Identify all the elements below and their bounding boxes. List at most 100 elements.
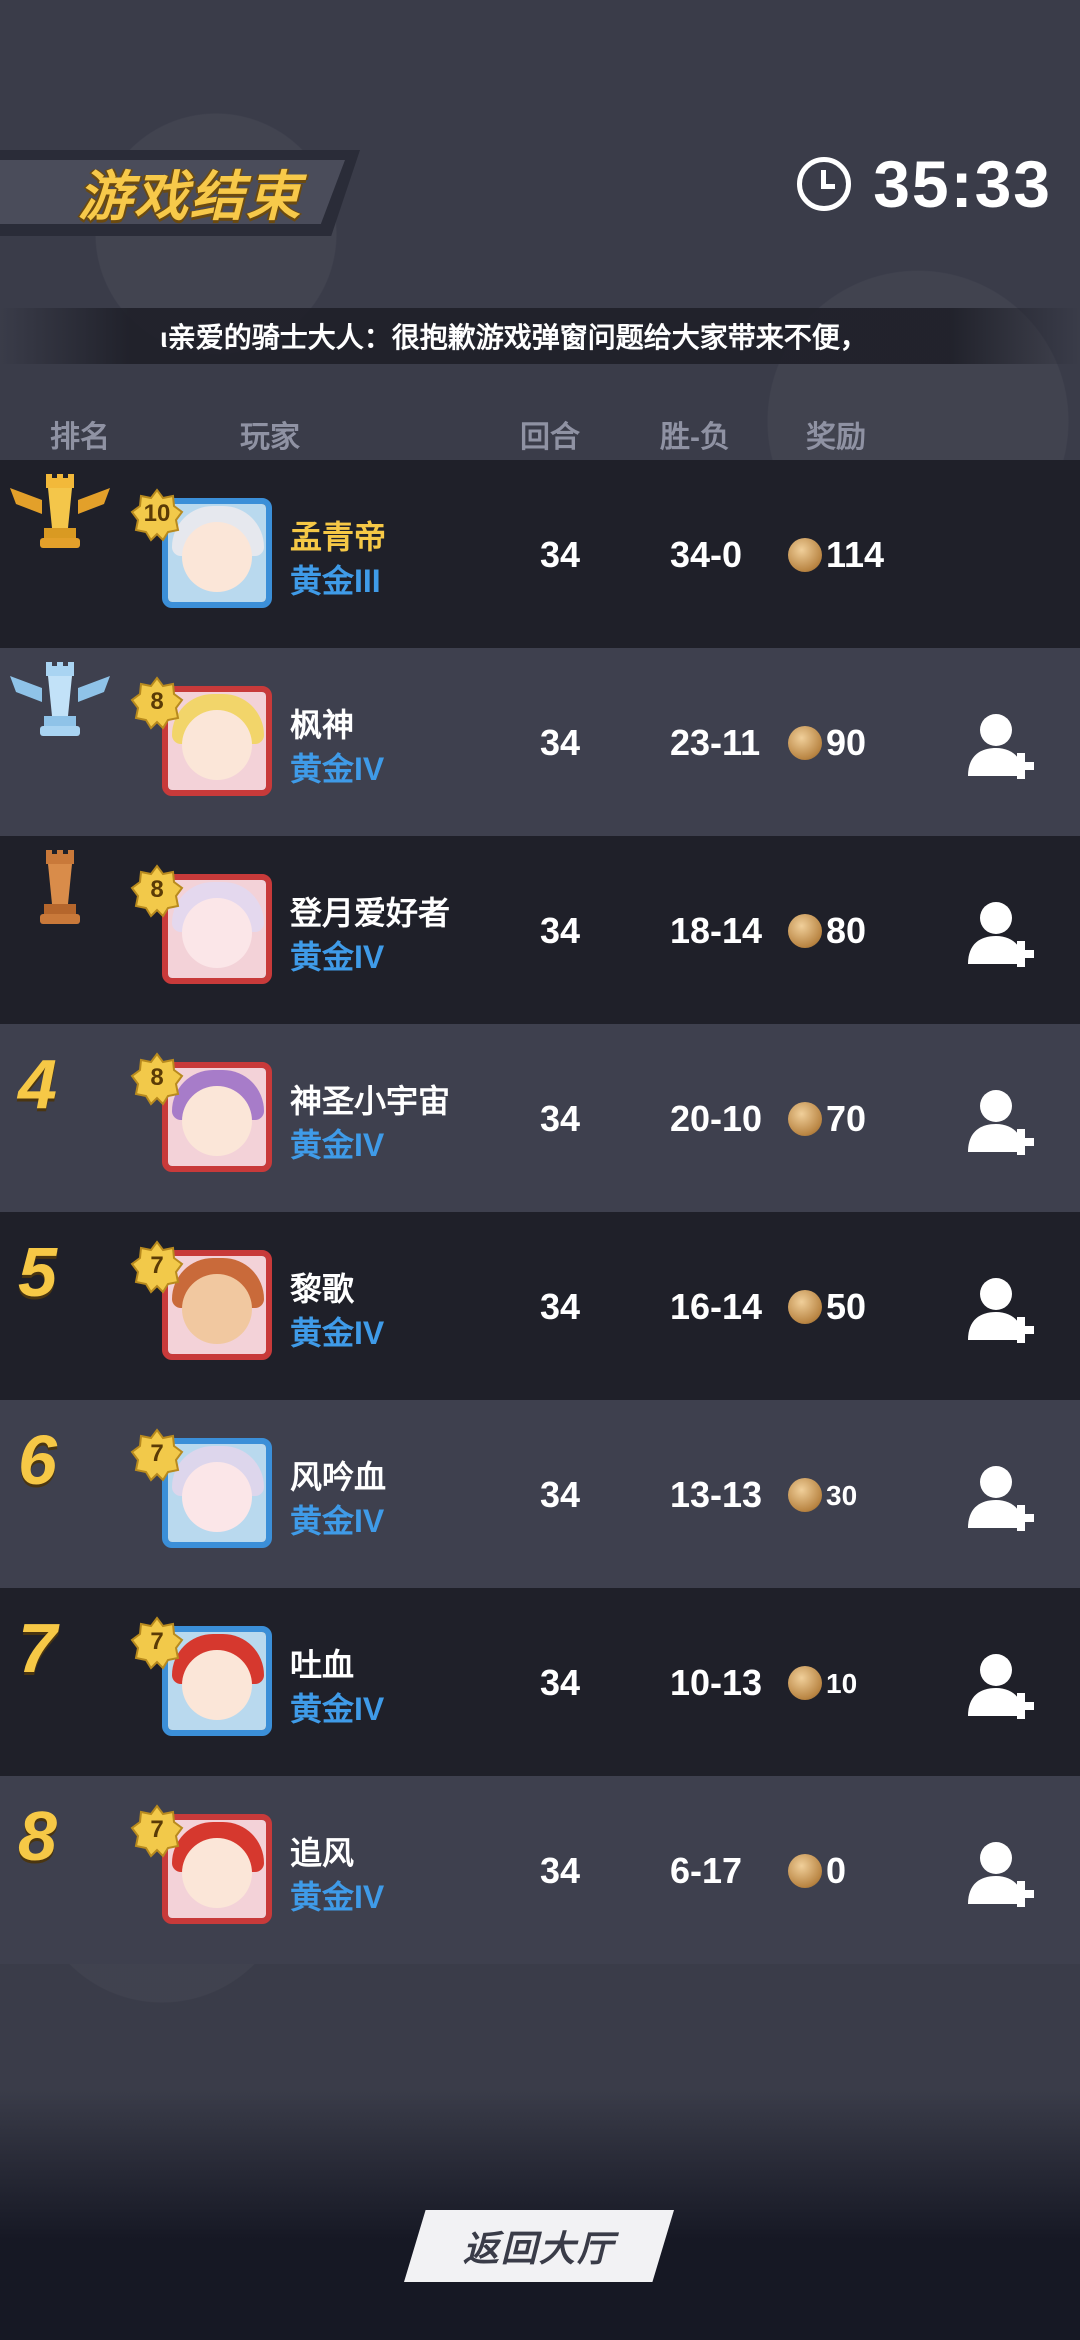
add-friend-icon[interactable]	[966, 1650, 1036, 1722]
rounds-value: 34	[540, 722, 581, 763]
bronze-trophy-icon	[40, 850, 80, 924]
coin-icon	[788, 914, 822, 948]
player-avatar[interactable]: 8	[130, 864, 280, 1006]
level-badge-icon	[130, 488, 184, 542]
back-to-lobby-label: 返回大厅	[462, 2228, 615, 2269]
header-rank: 排名	[50, 421, 110, 454]
results-table: 10 孟青帝 黄金III 34 34-0 114 8 枫神 黄金IV 34 23…	[0, 460, 1080, 1964]
reward-value: 50	[826, 1286, 867, 1327]
player-name: 吐血	[290, 1647, 355, 1683]
gold-trophy-icon	[10, 474, 110, 548]
coin-icon	[788, 1290, 822, 1324]
table-row: 8 登月爱好者 黄金IV 34 18-14 80	[0, 836, 1080, 1024]
rounds-value: 34	[540, 1850, 581, 1891]
win-loss-value: 10-13	[670, 1662, 763, 1703]
coin-icon	[788, 726, 822, 760]
header-rounds: 回合	[520, 421, 580, 454]
player-tier: 黄金IV	[290, 939, 385, 975]
player-name: 追风	[290, 1835, 355, 1871]
page-title: 游戏结束	[78, 167, 302, 227]
win-loss-value: 34-0	[670, 534, 743, 575]
notice-marquee: ι亲爱的骑士大人：很抱歉游戏弹窗问题给大家带来不便，	[0, 308, 1080, 364]
table-row: 4 8 神圣小宇宙 黄金IV 34 20-10 70	[0, 1024, 1080, 1212]
coin-icon	[788, 1478, 822, 1512]
player-tier: 黄金IV	[290, 751, 385, 787]
player-name: 枫神	[290, 707, 355, 743]
player-name: 登月爱好者	[290, 895, 451, 931]
reward-value: 80	[826, 910, 867, 951]
rounds-value: 34	[540, 1286, 581, 1327]
table-row: 10 孟青帝 黄金III 34 34-0 114	[0, 460, 1080, 648]
player-avatar[interactable]: 7	[130, 1804, 280, 1946]
player-name: 孟青帝	[290, 519, 387, 555]
table-row: 7 7 吐血 黄金IV 34 10-13 10	[0, 1588, 1080, 1776]
coin-icon	[788, 538, 822, 572]
rounds-value: 34	[540, 534, 581, 575]
player-name: 黎歌	[290, 1271, 355, 1307]
rank-number: 4	[18, 1045, 57, 1123]
player-avatar[interactable]: 7	[130, 1240, 280, 1382]
player-name: 风吟血	[290, 1459, 387, 1495]
player-avatar[interactable]: 8	[130, 1052, 280, 1194]
rank-number: 6	[18, 1421, 57, 1499]
win-loss-value: 23-11	[670, 722, 761, 763]
silver-trophy-icon	[10, 662, 110, 736]
add-friend-icon[interactable]	[966, 710, 1036, 782]
add-friend-icon[interactable]	[966, 1462, 1036, 1534]
add-friend-icon[interactable]	[966, 1086, 1036, 1158]
table-row: 6 7 风吟血 黄金IV 34 13-13 30	[0, 1400, 1080, 1588]
notice-text: ι亲爱的骑士大人：很抱歉游戏弹窗问题给大家带来不便，	[160, 322, 868, 353]
player-tier: 黄金IV	[290, 1691, 385, 1727]
win-loss-value: 18-14	[670, 910, 763, 951]
player-avatar[interactable]: 7	[130, 1616, 280, 1758]
level-badge-icon	[130, 676, 184, 730]
add-friend-icon[interactable]	[966, 1274, 1036, 1346]
player-name: 神圣小宇宙	[290, 1083, 451, 1119]
level-badge-icon	[130, 1052, 184, 1106]
player-tier: 黄金IV	[290, 1127, 385, 1163]
clock-icon	[797, 157, 852, 211]
reward-value: 30	[826, 1480, 858, 1511]
table-row: 8 7 追风 黄金IV 34 6-17 0	[0, 1776, 1080, 1964]
player-tier: 黄金III	[290, 563, 381, 599]
timer-text: 35:33	[873, 147, 1052, 221]
match-timer: 35:33	[797, 146, 1052, 222]
table-row: 5 7 黎歌 黄金IV 34 16-14 50	[0, 1212, 1080, 1400]
table-header: 排名 玩家 回合 胜-负 奖励	[0, 412, 1080, 460]
level-badge-icon	[130, 1804, 184, 1858]
level-badge-icon	[130, 1616, 184, 1670]
player-tier: 黄金IV	[290, 1503, 385, 1539]
header-reward: 奖励	[806, 421, 866, 454]
level-badge-icon	[130, 1240, 184, 1294]
player-avatar[interactable]: 7	[130, 1428, 280, 1570]
back-to-lobby-button[interactable]: 返回大厅	[404, 2210, 674, 2282]
coin-icon	[788, 1102, 822, 1136]
rank-number: 5	[18, 1233, 57, 1311]
win-loss-value: 13-13	[670, 1474, 763, 1515]
player-avatar[interactable]: 10	[130, 488, 280, 630]
win-loss-value: 6-17	[670, 1850, 743, 1891]
coin-icon	[788, 1666, 822, 1700]
player-tier: 黄金IV	[290, 1315, 385, 1351]
reward-value: 70	[826, 1098, 867, 1139]
header-win-loss: 胜-负	[660, 421, 730, 454]
rank-number: 7	[18, 1609, 57, 1687]
header-player: 玩家	[240, 421, 300, 454]
reward-value: 114	[826, 534, 885, 575]
add-friend-icon[interactable]	[966, 898, 1036, 970]
player-tier: 黄金IV	[290, 1879, 385, 1915]
coin-icon	[788, 1854, 822, 1888]
reward-value: 10	[826, 1668, 858, 1699]
rank-number: 8	[18, 1797, 57, 1875]
level-badge-icon	[130, 864, 184, 918]
level-badge-icon	[130, 1428, 184, 1482]
reward-value: 0	[826, 1850, 847, 1891]
rounds-value: 34	[540, 1662, 581, 1703]
table-row: 8 枫神 黄金IV 34 23-11 90	[0, 648, 1080, 836]
win-loss-value: 16-14	[670, 1286, 763, 1327]
rounds-value: 34	[540, 910, 581, 951]
reward-value: 90	[826, 722, 867, 763]
win-loss-value: 20-10	[670, 1098, 763, 1139]
add-friend-icon[interactable]	[966, 1838, 1036, 1910]
player-avatar[interactable]: 8	[130, 676, 280, 818]
